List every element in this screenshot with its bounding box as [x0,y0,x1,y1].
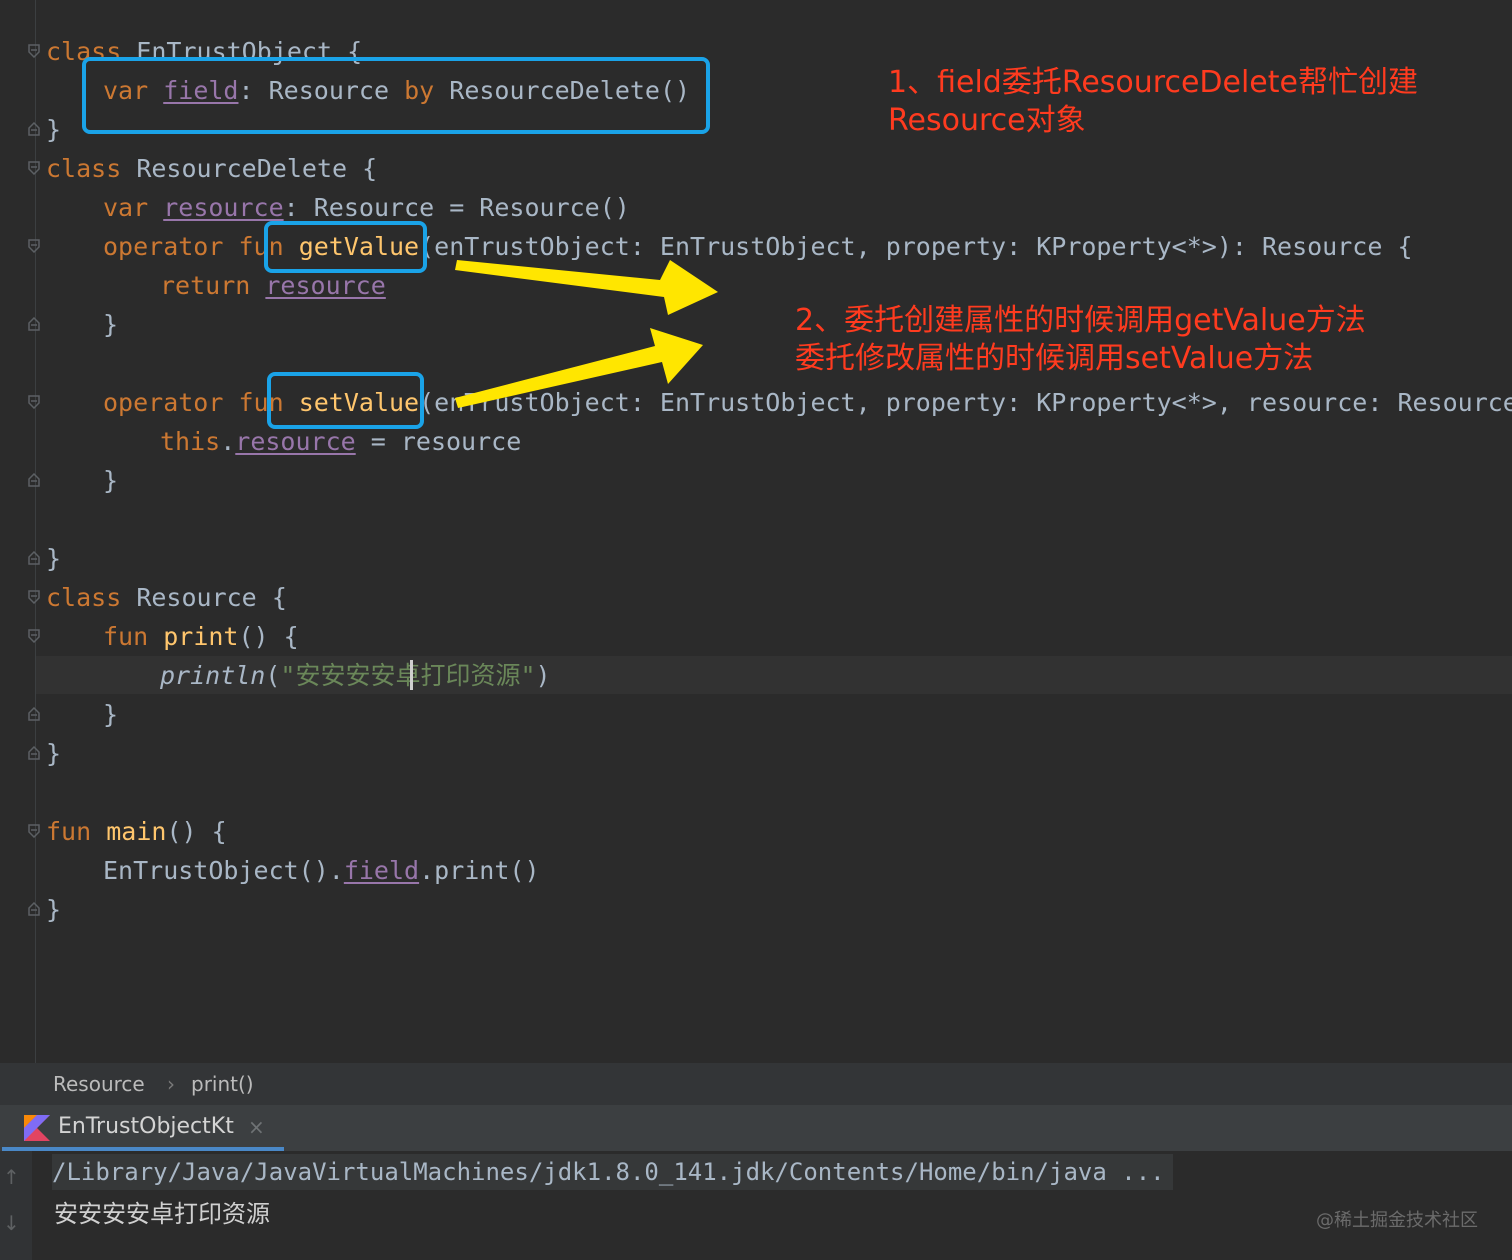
run-tab-entrustobjectkt[interactable]: EnTrustObjectKt × [0,1105,284,1151]
punctuation: ( [265,661,281,690]
annotation-note-2: 2、委托创建属性的时候调用getValue方法 委托修改属性的时候调用setVa… [795,303,1366,376]
brace: } [46,544,62,573]
keyword: operator fun [103,388,284,417]
code-text: EnTrustObject(). [103,856,344,885]
highlight-box-getvalue [264,221,427,273]
brace: } [103,310,119,339]
keyword: operator fun [103,232,284,261]
run-tool-window-tabs: EnTrustObjectKt × [0,1105,1512,1151]
breadcrumb-item-resource[interactable]: Resource [53,1072,145,1096]
highlight-box-setvalue [267,372,424,429]
console-output-line: 安安安安卓打印资源 [54,1200,270,1228]
fold-open-icon[interactable] [28,44,40,58]
code-line[interactable]: } [46,110,61,149]
code-text: = resource [355,427,522,456]
breadcrumb-separator-icon: › [167,1072,175,1096]
fold-open-icon[interactable] [28,590,40,604]
keyword: var [103,193,149,222]
code-line[interactable]: println("安安安安卓打印资源") [160,656,551,695]
code-editor[interactable]: class EnTrustObject { var field: Resourc… [0,0,1512,1063]
brace: } [46,895,62,924]
property-resource: resource [163,193,284,222]
fold-close-icon[interactable] [28,902,40,916]
keyword: this [160,427,221,456]
scroll-down-icon[interactable]: ↓ [3,1211,20,1235]
text-caret [410,660,413,690]
code-line[interactable]: class ResourceDelete { [46,149,377,188]
brace: { [362,154,378,183]
console-command-line[interactable]: /Library/Java/JavaVirtualMachines/jdk1.8… [52,1154,1173,1190]
fold-open-icon[interactable] [28,239,40,253]
property-resource: resource [265,271,386,300]
annotation-note-1: 1、field委托ResourceDelete帮忙创建 Resource对象 [888,65,1418,138]
fold-open-icon[interactable] [28,161,40,175]
code-line[interactable]: fun print() { [103,617,299,656]
run-tab-label: EnTrustObjectKt [58,1114,234,1139]
property-resource: resource [235,427,356,456]
arrow-getvalue [455,260,718,315]
punctuation: . [220,427,236,456]
console-output[interactable]: ↑ ↓ /Library/Java/JavaVirtualMachines/jd… [0,1151,1512,1260]
fold-close-icon[interactable] [28,551,40,565]
code-text: (enTrustObject: EnTrustObject, property:… [419,388,1512,417]
brace: } [103,466,119,495]
watermark: @稀土掘金技术社区 [1316,1210,1478,1231]
fold-close-icon[interactable] [28,122,40,136]
function-print: print [163,622,239,651]
code-text: .print() [419,856,540,885]
highlight-box-field-declaration [82,57,710,134]
code-line[interactable]: EnTrustObject().field.print() [103,851,540,890]
fold-open-icon[interactable] [28,824,40,838]
code-line[interactable]: } [46,734,61,773]
class-name: ResourceDelete [136,154,348,183]
code-text: (enTrustObject: EnTrustObject, property:… [419,232,1413,261]
code-text: : Resource = Resource() [283,193,630,222]
code-text: () { [166,817,227,846]
brace: } [46,739,62,768]
code-text: () { [238,622,299,651]
brace: } [46,115,62,144]
keyword: class [46,583,122,612]
brace: { [271,583,287,612]
fold-close-icon[interactable] [28,707,40,721]
fold-close-icon[interactable] [28,746,40,760]
function-main: main [106,817,167,846]
code-line[interactable]: } [103,695,118,734]
fold-open-icon[interactable] [28,395,40,409]
code-line[interactable]: class Resource { [46,578,287,617]
brace: } [103,700,119,729]
code-line[interactable]: } [46,539,61,578]
breadcrumb: Resource › print() [0,1063,1512,1105]
class-name: Resource [136,583,257,612]
keyword: class [46,154,122,183]
fold-close-icon[interactable] [28,317,40,331]
keyword: fun [46,817,92,846]
scroll-up-icon[interactable]: ↑ [3,1165,20,1189]
keyword: fun [103,622,149,651]
fold-close-icon[interactable] [28,473,40,487]
string-literal: "安安安安卓打印资源" [280,661,536,690]
console-toolbar: ↑ ↓ [0,1151,32,1260]
punctuation: ) [535,661,551,690]
code-line[interactable]: } [46,890,61,929]
property-field: field [343,856,420,885]
fold-open-icon[interactable] [28,629,40,643]
close-icon[interactable]: × [248,1115,265,1139]
kotlin-icon [24,1115,50,1141]
code-line[interactable]: } [103,461,118,500]
breadcrumb-item-print[interactable]: print() [191,1072,254,1096]
function-println: println [160,661,266,690]
code-line[interactable]: fun main() { [46,812,227,851]
code-line[interactable]: } [103,305,118,344]
keyword: return [160,271,251,300]
